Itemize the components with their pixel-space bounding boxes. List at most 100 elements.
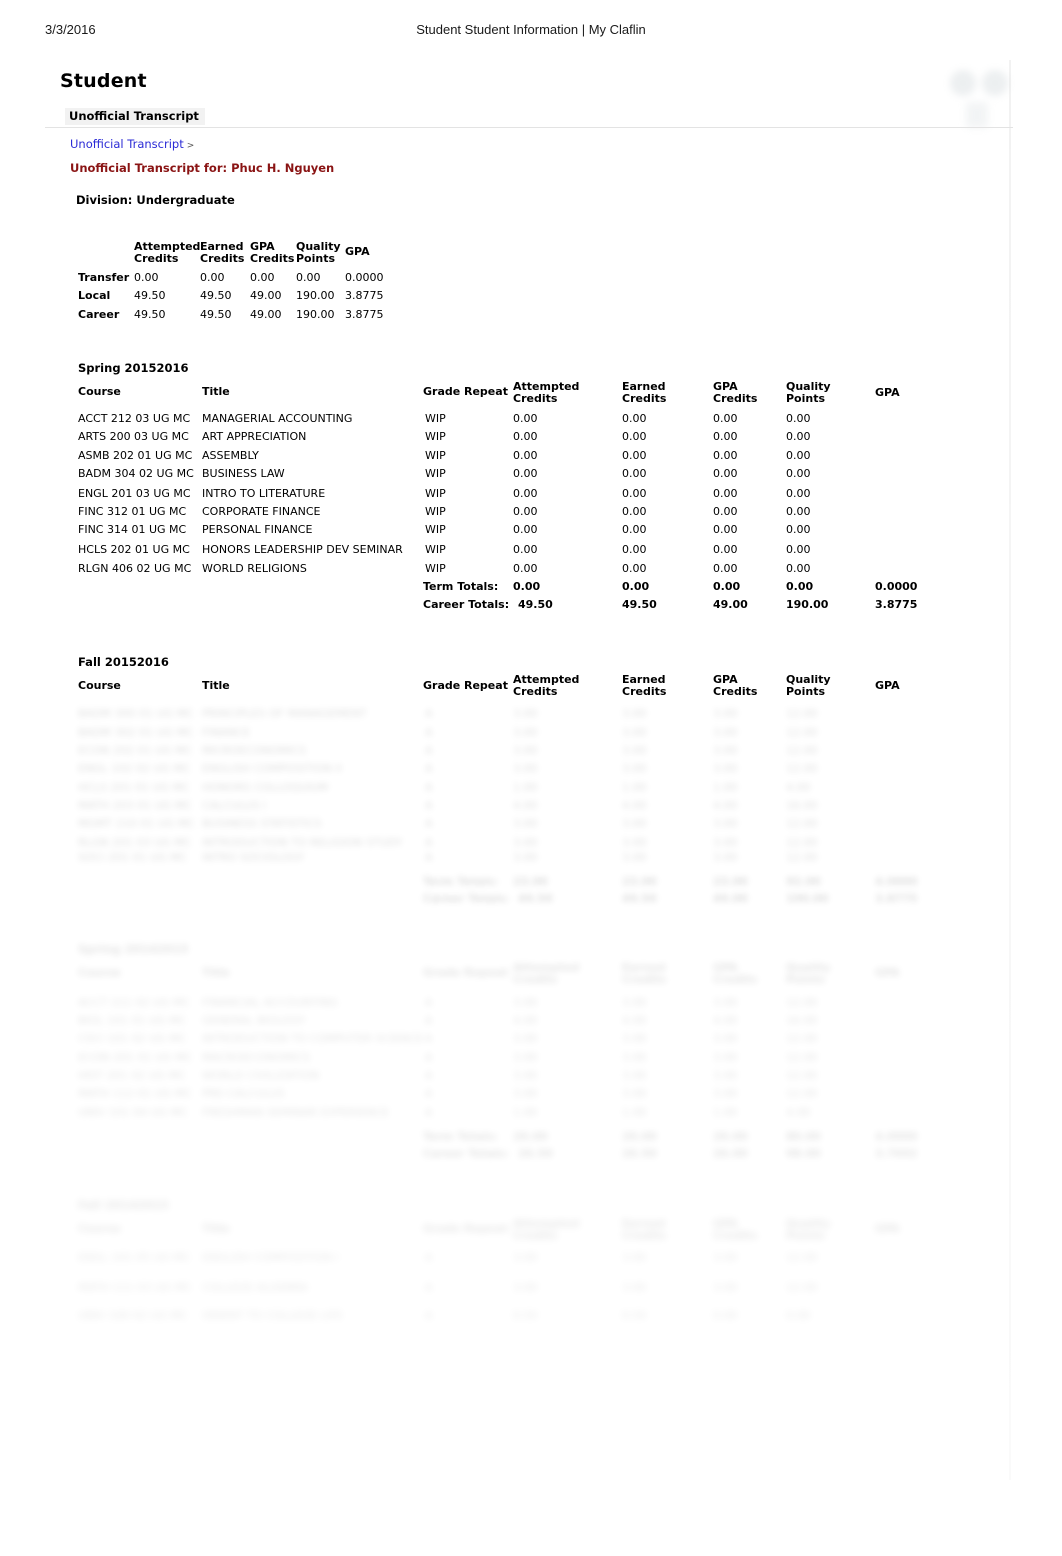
- term-totals-gpa-credits: 0.00: [713, 580, 741, 593]
- cell-title: WORLD RELIGIONS: [202, 562, 307, 575]
- column-header-earned-line2: Credits: [622, 685, 667, 698]
- career-totals-label: Career Totals:: [423, 598, 510, 611]
- cell-quality-points: 0.00: [786, 430, 811, 443]
- cell-gpa-credits: 0.00: [713, 430, 738, 443]
- settings-icon[interactable]: [982, 70, 1008, 96]
- cell-course: RLGN 406 02 UG MC: [78, 562, 192, 575]
- column-header-quality-points-line2: Points: [786, 392, 826, 405]
- cell-grade: WIP: [425, 449, 446, 462]
- cell-quality-points: 0.00: [786, 487, 811, 500]
- term-title-fall: Fall 20152016: [78, 655, 169, 669]
- cell-title: MANAGERIAL ACCOUNTING: [202, 412, 353, 425]
- career-totals-quality-points: 190.00: [786, 598, 829, 611]
- page-title: Student: [60, 70, 147, 92]
- summary-cell-earned: 0.00: [200, 271, 225, 284]
- column-header-grade: Grade: [423, 385, 461, 398]
- cell-earned: 0.00: [622, 562, 647, 575]
- column-header-repeat: Repeat: [464, 679, 508, 692]
- column-header-title: Title: [202, 385, 230, 398]
- column-header-gpa: GPA: [875, 679, 900, 692]
- cell-earned: 0.00: [622, 505, 647, 518]
- summary-cell-gpa: 3.8775: [345, 289, 384, 302]
- cell-attempted: 0.00: [513, 562, 538, 575]
- career-totals-gpa: 3.8775: [875, 598, 918, 611]
- column-header-gpa-credits-line2: Credits: [713, 392, 758, 405]
- cell-earned: 0.00: [622, 487, 647, 500]
- column-header-grade: Grade: [423, 679, 461, 692]
- career-totals-gpa-credits: 49.00: [713, 598, 748, 611]
- column-header-course: Course: [78, 385, 121, 398]
- corner-tool-group[interactable]: [950, 62, 1020, 142]
- cell-earned: 0.00: [622, 449, 647, 462]
- breadcrumb-link-unofficial-transcript[interactable]: Unofficial Transcript: [70, 137, 184, 151]
- summary-row-label: Local: [78, 289, 111, 302]
- cell-attempted: 0.00: [513, 467, 538, 480]
- cell-attempted: 0.00: [513, 412, 538, 425]
- print-page-title: Student Student Information | My Claflin: [416, 22, 646, 37]
- print-header: 3/3/2016 Student Student Information | M…: [0, 22, 1062, 44]
- help-icon[interactable]: [950, 70, 976, 96]
- cell-attempted: 0.00: [513, 449, 538, 462]
- summary-cell-attempted: 49.50: [134, 289, 166, 302]
- cell-earned: 0.00: [622, 412, 647, 425]
- cell-grade: WIP: [425, 505, 446, 518]
- content-right-edge: [1009, 60, 1011, 1480]
- cell-quality-points: 0.00: [786, 562, 811, 575]
- page-content-frame: [45, 60, 1013, 1540]
- column-header-repeat: Repeat: [464, 385, 508, 398]
- cell-attempted: 0.00: [513, 505, 538, 518]
- term-totals-attempted: 0.00: [513, 580, 541, 593]
- cell-quality-points: 0.00: [786, 467, 811, 480]
- summary-header-gpa-credits-line2: Credits: [250, 252, 295, 265]
- cell-course: ASMB 202 01 UG MC: [78, 449, 193, 462]
- summary-cell-quality-points: 0.00: [296, 271, 321, 284]
- term-totals-gpa: 0.0000: [875, 580, 918, 593]
- summary-row-label: Transfer: [78, 271, 130, 284]
- summary-cell-earned: 49.50: [200, 308, 232, 321]
- column-header-course: Course: [78, 679, 121, 692]
- cell-earned: 0.00: [622, 543, 647, 556]
- cell-attempted: 0.00: [513, 523, 538, 536]
- summary-cell-quality-points: 190.00: [296, 308, 335, 321]
- cell-course: FINC 312 01 UG MC: [78, 505, 187, 518]
- tab-band: Unofficial Transcript: [45, 106, 1013, 128]
- cell-gpa-credits: 0.00: [713, 467, 738, 480]
- cell-title: HONORS LEADERSHIP DEV SEMINAR: [202, 543, 403, 556]
- summary-header-earned-line2: Credits: [200, 252, 245, 265]
- summary-row-label: Career: [78, 308, 120, 321]
- cell-gpa-credits: 0.00: [713, 543, 738, 556]
- cell-earned: 0.00: [622, 430, 647, 443]
- cell-gpa-credits: 0.00: [713, 562, 738, 575]
- summary-cell-gpa-credits: 0.00: [250, 271, 275, 284]
- cell-title: ASSEMBLY: [202, 449, 259, 462]
- cell-gpa-credits: 0.00: [713, 487, 738, 500]
- student-transcript-heading: Unofficial Transcript for: Phuc H. Nguye…: [70, 161, 335, 175]
- cell-earned: 0.00: [622, 467, 647, 480]
- cell-course: ENGL 201 03 UG MC: [78, 487, 191, 500]
- cell-quality-points: 0.00: [786, 523, 811, 536]
- cell-course: BADM 304 02 UG MC: [78, 467, 194, 480]
- cell-course: ARTS 200 03 UG MC: [78, 430, 189, 443]
- summary-cell-gpa: 3.8775: [345, 308, 384, 321]
- cell-course: HCLS 202 01 UG MC: [78, 543, 190, 556]
- cell-course: ACCT 212 03 UG MC: [78, 412, 191, 425]
- cell-title: PERSONAL FINANCE: [202, 523, 313, 536]
- column-header-earned-line2: Credits: [622, 392, 667, 405]
- cell-grade: WIP: [425, 430, 446, 443]
- tab-unofficial-transcript[interactable]: Unofficial Transcript: [65, 108, 205, 125]
- summary-cell-attempted: 0.00: [134, 271, 159, 284]
- cell-title: BUSINESS LAW: [202, 467, 285, 480]
- summary-header-gpa: GPA: [345, 245, 370, 258]
- cell-earned: 0.00: [622, 523, 647, 536]
- column-header-title: Title: [202, 679, 230, 692]
- summary-cell-gpa-credits: 49.00: [250, 308, 282, 321]
- cell-course: FINC 314 01 UG MC: [78, 523, 187, 536]
- cell-grade: WIP: [425, 412, 446, 425]
- cell-attempted: 0.00: [513, 487, 538, 500]
- cell-title: INTRO TO LITERATURE: [202, 487, 326, 500]
- summary-cell-attempted: 49.50: [134, 308, 166, 321]
- term-title-spring: Spring 20152016: [78, 361, 189, 375]
- cell-title: CORPORATE FINANCE: [202, 505, 321, 518]
- summary-cell-gpa: 0.0000: [345, 271, 384, 284]
- term-totals-quality-points: 0.00: [786, 580, 814, 593]
